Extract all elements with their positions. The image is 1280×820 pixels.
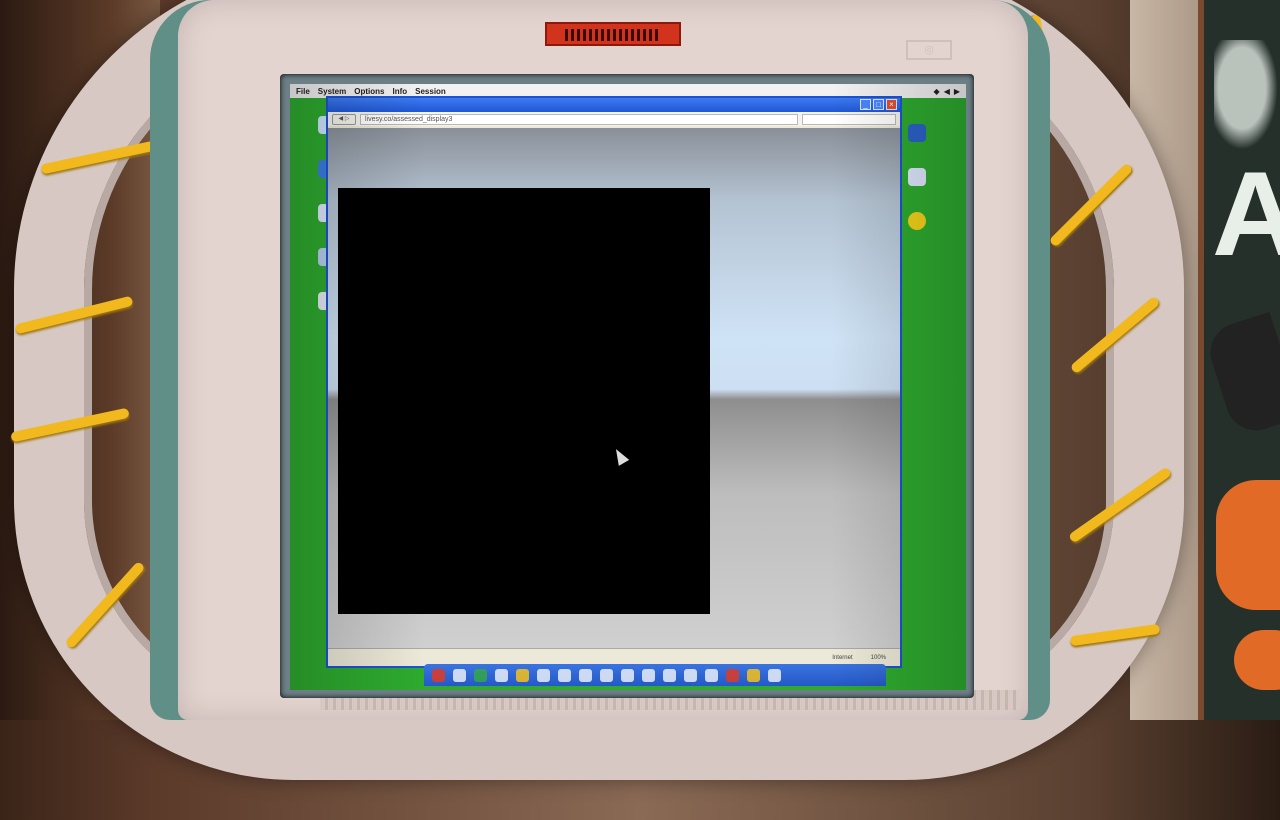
star-icon[interactable]: [747, 668, 760, 682]
taskbar-app-icon[interactable]: [621, 668, 634, 682]
power-icon[interactable]: [432, 668, 445, 682]
globe-icon[interactable]: [474, 668, 487, 682]
info-icon[interactable]: [537, 668, 550, 682]
menubar-tray: ◆ ◀ ▶: [934, 87, 960, 96]
gear-icon[interactable]: [495, 668, 508, 682]
taskbar: [424, 664, 886, 686]
taskbar-app-icon[interactable]: [705, 668, 718, 682]
taskbar-app-icon[interactable]: [768, 668, 781, 682]
menu-info[interactable]: Info: [392, 87, 407, 96]
tray-status-icon[interactable]: ◆: [934, 87, 940, 96]
kiosk-logo: ◎: [906, 40, 952, 60]
media-viewer[interactable]: [338, 188, 710, 614]
tray-next-icon[interactable]: ▶: [954, 87, 960, 96]
browser-titlebar: _ □ ×: [328, 98, 900, 112]
taskbar-app-icon[interactable]: [663, 668, 676, 682]
back-forward-button[interactable]: ◀ ▷: [332, 113, 356, 125]
browser-content: [328, 128, 900, 650]
wall-poster: A: [1198, 0, 1280, 720]
folder-icon[interactable]: [516, 668, 529, 682]
browser-window: _ □ × ◀ ▷ livesy.co/assessed_display3 In…: [326, 96, 902, 668]
menu-file[interactable]: File: [296, 87, 310, 96]
taskbar-app-icon[interactable]: [600, 668, 613, 682]
address-bar[interactable]: livesy.co/assessed_display3: [360, 113, 798, 125]
zoom-level[interactable]: 100%: [871, 655, 886, 661]
desktop-icons-right: [902, 124, 932, 256]
tray-prev-icon[interactable]: ◀: [944, 87, 950, 96]
maximize-button[interactable]: □: [873, 99, 884, 110]
menu-options[interactable]: Options: [354, 87, 384, 96]
desktop-doc-icon[interactable]: [908, 168, 926, 186]
desktop-screen: File System Options Info Session ◆ ◀ ▶ _…: [290, 84, 966, 690]
desktop-star-icon[interactable]: [908, 212, 926, 230]
taskbar-app-icon[interactable]: [579, 668, 592, 682]
close-button[interactable]: ×: [886, 99, 897, 110]
doc-icon[interactable]: [558, 668, 571, 682]
desktop-app-icon[interactable]: [908, 124, 926, 142]
taskbar-app-icon[interactable]: [684, 668, 697, 682]
status-zone: Internet: [832, 654, 853, 661]
taskbar-app-icon[interactable]: [642, 668, 655, 682]
search-box[interactable]: [802, 113, 896, 125]
address-toolbar: ◀ ▷ livesy.co/assessed_display3: [328, 112, 900, 126]
kiosk-badge: [545, 22, 681, 46]
menu-system[interactable]: System: [318, 87, 346, 96]
minimize-button[interactable]: _: [860, 99, 871, 110]
windows-icon[interactable]: [453, 668, 466, 682]
menu-session[interactable]: Session: [415, 87, 446, 96]
taskbar-app-icon[interactable]: [726, 668, 739, 682]
